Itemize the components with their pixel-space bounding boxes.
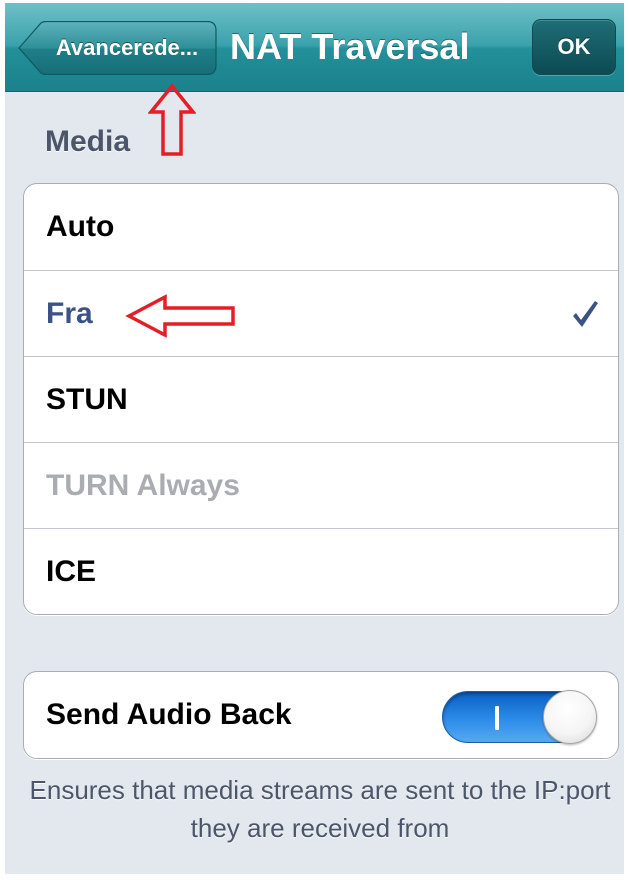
toggle-knob[interactable] — [543, 690, 597, 744]
send-audio-back-description: Ensures that media streams are sent to t… — [29, 775, 611, 843]
up-arrow-icon — [148, 83, 196, 156]
ok-button[interactable]: OK — [532, 19, 616, 75]
media-option-label: TURN Always — [46, 469, 240, 502]
send-audio-back-group: Send Audio Back — [23, 671, 619, 759]
send-audio-back-row: Send Audio Back — [24, 672, 618, 758]
media-option-auto[interactable]: Auto — [24, 184, 618, 270]
toggle-on-indicator — [495, 706, 499, 730]
media-option-stun[interactable]: STUN — [24, 356, 618, 442]
screen: Avancerede... NAT Traversal OK Media Aut… — [5, 3, 624, 874]
media-option-fra[interactable]: Fra — [24, 270, 618, 356]
media-option-turn-always: TURN Always — [24, 442, 618, 528]
send-audio-back-toggle[interactable] — [442, 690, 597, 744]
media-options-group: Auto Fra STUN TURN Always ICE — [23, 183, 619, 615]
media-option-ice[interactable]: ICE — [24, 528, 618, 614]
page-title: NAT Traversal — [230, 26, 470, 67]
media-section-header: Media — [45, 125, 131, 158]
left-arrow-icon — [125, 294, 235, 338]
media-option-label: Auto — [46, 210, 115, 243]
media-option-label: ICE — [46, 555, 97, 588]
navigation-bar: Avancerede... NAT Traversal OK — [5, 3, 624, 92]
media-option-label: STUN — [46, 383, 128, 416]
back-button-label: Avancerede... — [55, 35, 199, 60]
checkmark-icon — [573, 301, 598, 327]
send-audio-back-label: Send Audio Back — [46, 698, 292, 731]
back-button[interactable]: Avancerede... — [17, 21, 217, 75]
media-option-label: Fra — [46, 297, 93, 330]
